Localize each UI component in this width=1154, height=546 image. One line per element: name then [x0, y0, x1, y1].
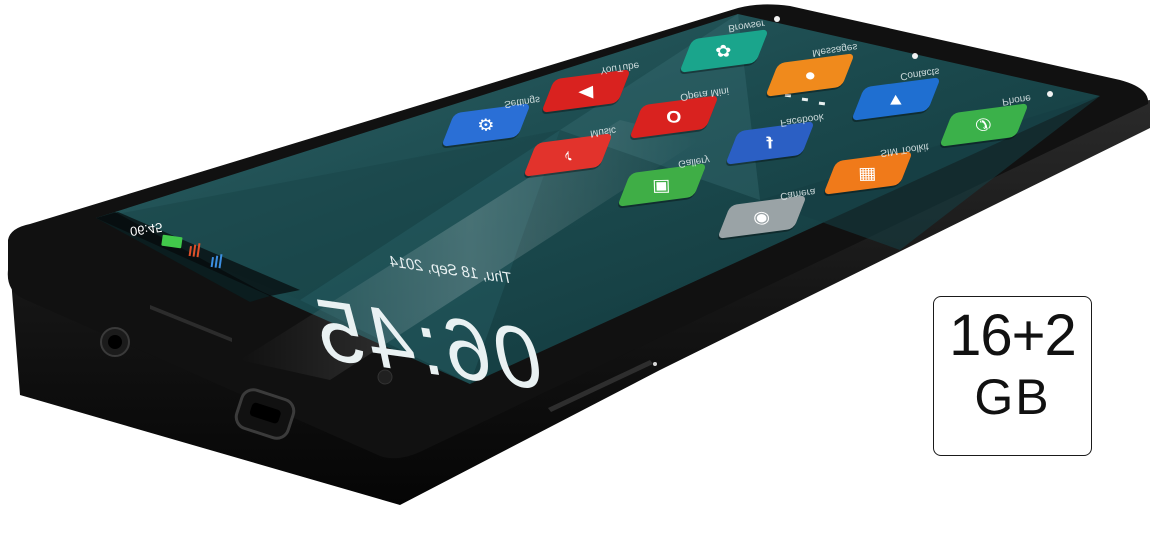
- storage-badge: 16+2 GB: [933, 296, 1092, 456]
- front-camera: [377, 369, 393, 385]
- front-sensor-1: [774, 16, 780, 22]
- front-sensor-2: [912, 53, 918, 59]
- storage-unit: GB: [974, 369, 1051, 425]
- storage-capacity: 16+2: [949, 303, 1077, 368]
- phone-illustration: [7, 4, 1150, 505]
- front-sensor-3: [1047, 91, 1053, 97]
